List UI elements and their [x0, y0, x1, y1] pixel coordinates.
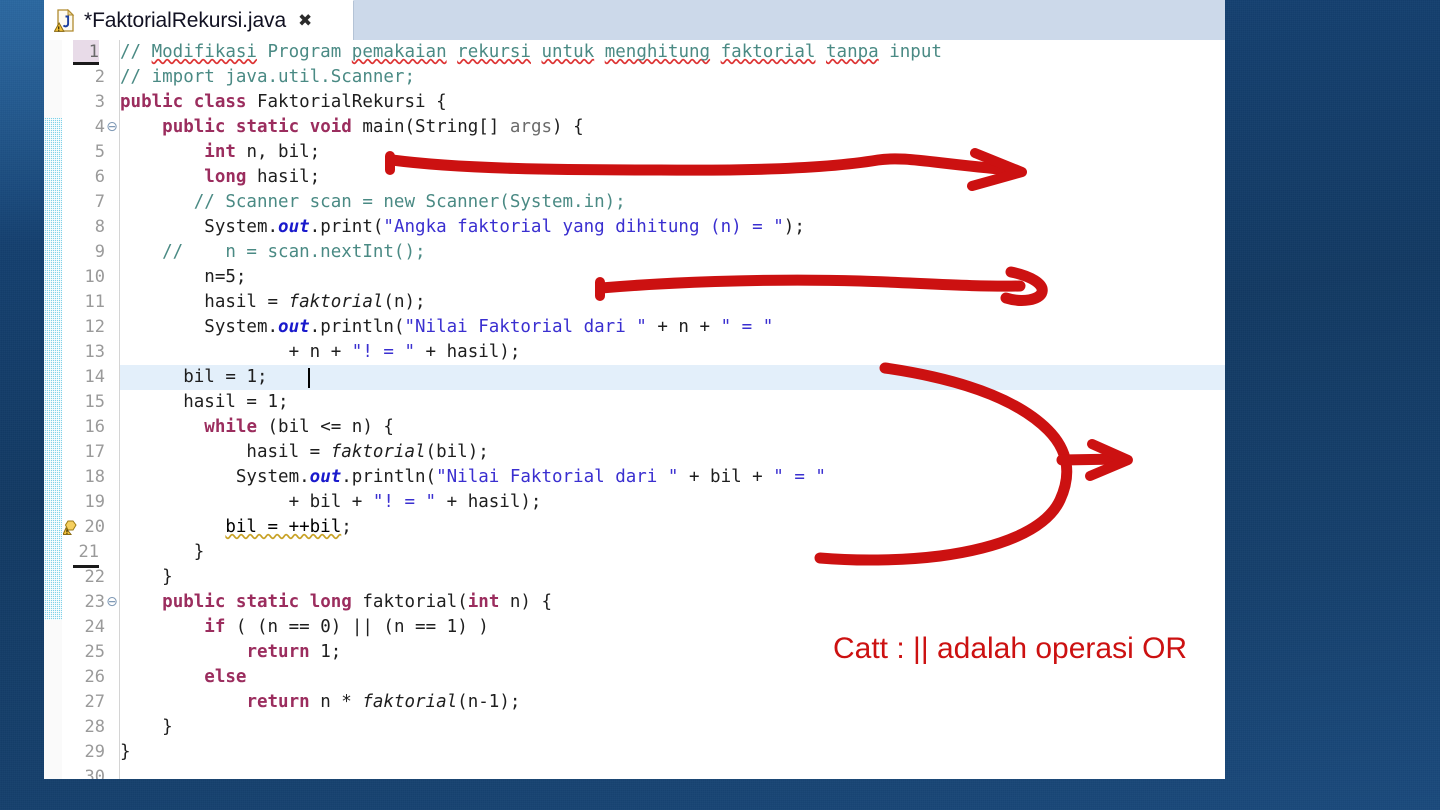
- line-number-3: 3: [94, 92, 105, 112]
- annotation-ruler-marker: [44, 118, 62, 620]
- desktop-background: *FaktorialRekursi.java ✖ 1 2 3 4 ⊖ 5 6 7 8 9 10 11 1…: [0, 0, 1440, 810]
- line-number-9: 9: [94, 242, 105, 262]
- line-number-30: 30: [84, 767, 105, 779]
- line-number-23: 23: [84, 592, 105, 612]
- line-number-14: 14: [84, 367, 105, 387]
- code-line-11: hasil = faktorial(n);: [120, 292, 426, 312]
- code-editor[interactable]: 1 2 3 4 ⊖ 5 6 7 8 9 10 11 12 13 14 15 16 17 18 19 20 21 22 23 ⊖ 2…: [44, 40, 1225, 779]
- line-number-28: 28: [84, 717, 105, 737]
- code-line-2: // import java.util.Scanner;: [120, 67, 416, 87]
- code-line-4: public static void main(String[] args) {: [162, 117, 584, 137]
- line-number-21: 21: [73, 540, 99, 568]
- code-text-area[interactable]: // Modifikasi Program pemakaian rekursi …: [120, 40, 1225, 779]
- line-number-1: 1: [73, 40, 99, 65]
- code-line-24: if ( (n == 0) || (n == 1) ): [204, 617, 489, 637]
- line-number-8: 8: [94, 217, 105, 237]
- code-line-28: }: [120, 717, 173, 737]
- line-number-10: 10: [84, 267, 105, 287]
- code-line-19: + bil + "! = " + hasil);: [120, 492, 542, 512]
- warning-marker-icon-line-20[interactable]: [62, 519, 79, 535]
- line-number-2: 2: [94, 67, 105, 87]
- line-number-25: 25: [84, 642, 105, 662]
- line-number-17: 17: [84, 442, 105, 462]
- code-line-6: long hasil;: [204, 167, 321, 187]
- fold-collapse-icon-line-4[interactable]: ⊖: [105, 115, 119, 140]
- close-icon[interactable]: ✖: [298, 12, 312, 29]
- java-file-warning-icon: [53, 8, 76, 33]
- code-line-25: return 1;: [246, 642, 342, 662]
- line-number-29: 29: [84, 742, 105, 762]
- code-line-9: // n = scan.nextInt();: [120, 242, 426, 262]
- code-line-26: else: [204, 667, 247, 687]
- code-line-27: return n * faktorial(n-1);: [246, 692, 521, 712]
- code-line-29: }: [120, 742, 131, 762]
- annotation-ruler[interactable]: [44, 40, 62, 779]
- code-line-16: while (bil <= n) {: [204, 417, 394, 437]
- line-number-7: 7: [94, 192, 105, 212]
- code-line-10: n=5;: [120, 267, 247, 287]
- editor-tab-strip: *FaktorialRekursi.java ✖: [44, 0, 1225, 40]
- line-number-24: 24: [84, 617, 105, 637]
- code-line-23: public static long faktorial(int n) {: [162, 592, 553, 612]
- code-line-13: + n + "! = " + hasil);: [120, 342, 521, 362]
- annotation-note-or-operator: Catt : || adalah operasi OR: [833, 632, 1188, 665]
- line-number-22: 22: [84, 567, 105, 587]
- code-line-1: // Modifikasi Program pemakaian rekursi …: [120, 42, 942, 62]
- code-line-15: hasil = 1;: [120, 392, 289, 412]
- code-line-18: System.out.println("Nilai Faktorial dari…: [120, 467, 826, 487]
- line-number-12: 12: [84, 317, 105, 337]
- line-number-4: 4: [94, 117, 105, 137]
- code-line-14: bil = 1;: [120, 367, 268, 387]
- code-line-17: hasil = faktorial(bil);: [120, 442, 489, 462]
- line-number-16: 16: [84, 417, 105, 437]
- code-line-20: bil = ++bil;: [225, 517, 352, 537]
- line-number-26: 26: [84, 667, 105, 687]
- code-line-8: System.out.print("Angka faktorial yang d…: [120, 217, 805, 237]
- editor-tab-label: *FaktorialRekursi.java: [84, 8, 287, 32]
- line-number-13: 13: [84, 342, 105, 362]
- code-line-3: public class FaktorialRekursi {: [120, 92, 447, 112]
- code-line-5: int n, bil;: [204, 142, 321, 162]
- line-number-11: 11: [84, 292, 105, 312]
- editor-tab-faktorialrekursi[interactable]: *FaktorialRekursi.java ✖: [44, 0, 354, 40]
- line-number-18: 18: [84, 467, 105, 487]
- line-number-gutter: 1 2 3 4 ⊖ 5 6 7 8 9 10 11 12 13 14 15 16 17 18 19 20 21 22 23 ⊖ 2…: [62, 40, 120, 779]
- text-caret: [308, 368, 310, 388]
- line-number-19: 19: [84, 492, 105, 512]
- line-number-5: 5: [94, 142, 105, 162]
- line-number-6: 6: [94, 167, 105, 187]
- line-number-27: 27: [84, 692, 105, 712]
- code-line-21: }: [120, 542, 205, 562]
- code-line-7: // Scanner scan = new Scanner(System.in)…: [120, 192, 626, 212]
- line-number-15: 15: [84, 392, 105, 412]
- code-line-22: }: [120, 567, 173, 587]
- fold-collapse-icon-line-23[interactable]: ⊖: [105, 590, 119, 615]
- code-line-12: System.out.println("Nilai Faktorial dari…: [120, 317, 774, 337]
